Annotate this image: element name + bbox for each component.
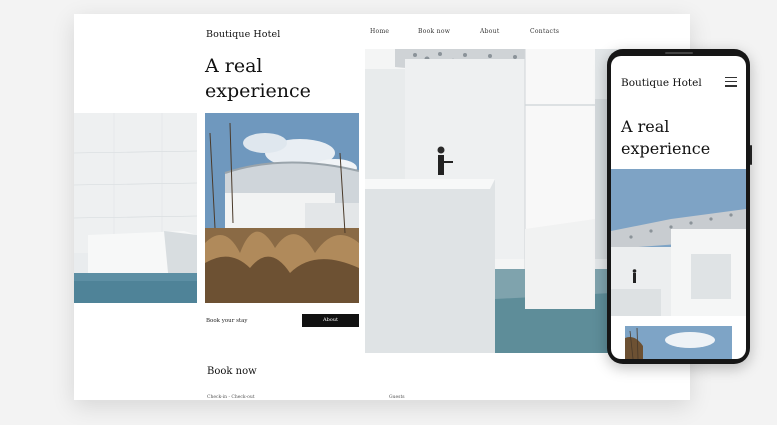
about-button[interactable]: About: [302, 314, 359, 327]
hero-heading: A real experience: [205, 54, 311, 104]
mobile-brand[interactable]: Boutique Hotel: [621, 77, 702, 89]
mobile-hero-line-1: A real: [621, 117, 670, 136]
book-now-heading: Book now: [207, 366, 257, 377]
nav-home[interactable]: Home: [370, 28, 389, 35]
nav-about[interactable]: About: [480, 28, 500, 35]
desktop-mockup: Boutique Hotel Home Book now About Conta…: [74, 14, 690, 400]
mobile-hero-heading: A real experience: [621, 116, 710, 160]
book-stay-label: Book your stay: [206, 318, 248, 324]
mobile-hero-line-2: experience: [621, 139, 711, 158]
phone-speaker: [665, 52, 693, 54]
mobile-museum-image: [611, 169, 746, 316]
site-brand[interactable]: Boutique Hotel: [206, 29, 280, 40]
checkin-checkout-label: Check-in - Check-out: [207, 395, 255, 400]
nav-contacts[interactable]: Contacts: [530, 28, 559, 35]
nav-book-now[interactable]: Book now: [418, 28, 450, 35]
phone-screen: Boutique Hotel A real experience: [611, 56, 746, 359]
hero-line-2: experience: [205, 80, 311, 102]
mobile-grass-image: [625, 326, 732, 359]
grass-building-image: [205, 113, 359, 303]
left-pool-image: [74, 113, 197, 303]
phone-side-button: [750, 145, 752, 165]
hamburger-icon[interactable]: [725, 77, 737, 87]
guests-label: Guests: [389, 395, 405, 400]
hero-line-1: A real: [205, 55, 263, 77]
phone-mockup: Boutique Hotel A real experience: [607, 49, 752, 364]
